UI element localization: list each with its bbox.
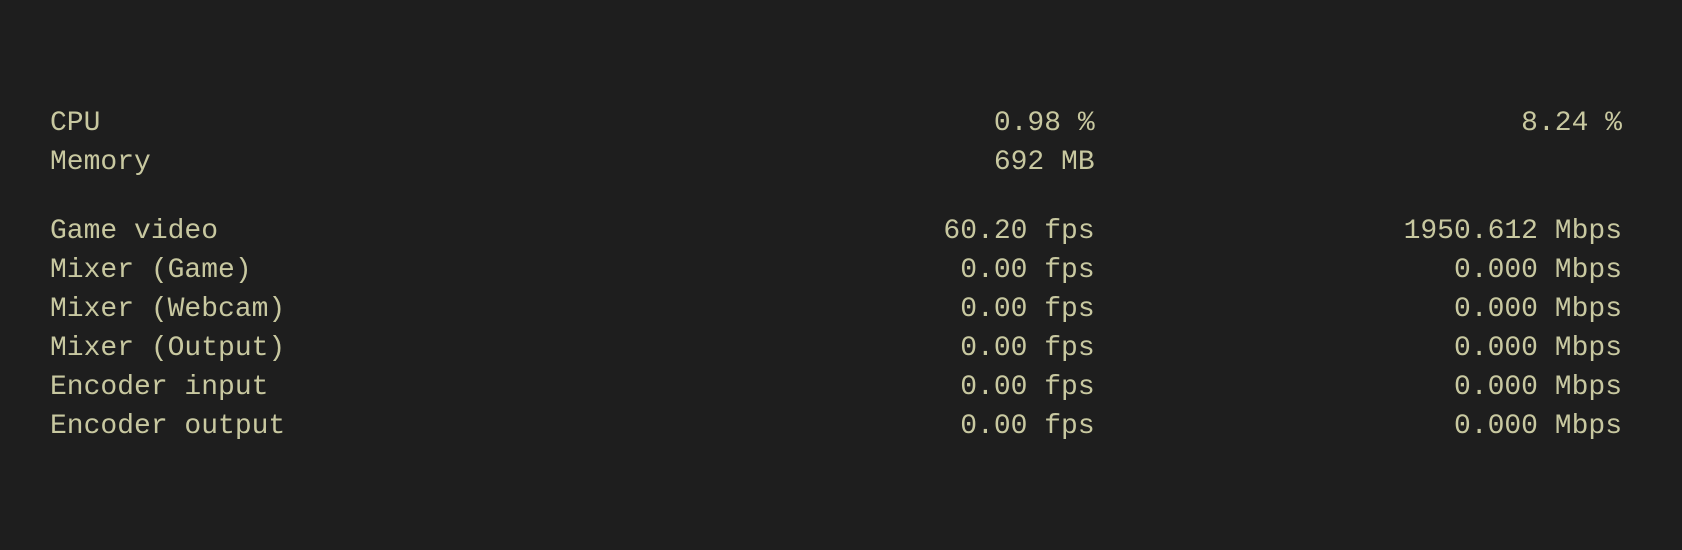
stats-row-mixer-output: Mixer (Output) 0.00 fps 0.000 Mbps <box>50 329 1632 368</box>
value1-encoder-input: 0.00 fps <box>639 368 1104 407</box>
label-mixer-output: Mixer (Output) <box>50 329 639 368</box>
value2-encoder-input: 0.000 Mbps <box>1105 368 1632 407</box>
value2-encoder-output: 0.000 Mbps <box>1105 407 1632 446</box>
stats-row-cpu: CPU 0.98 % 8.24 % <box>50 104 1632 143</box>
stats-table: CPU 0.98 % 8.24 % Memory 692 MB Game vid… <box>50 104 1632 446</box>
label-game-video: Game video <box>50 212 639 251</box>
label-encoder-input: Encoder input <box>50 368 639 407</box>
value1-encoder-output: 0.00 fps <box>639 407 1104 446</box>
label-mixer-game: Mixer (Game) <box>50 251 639 290</box>
label-mixer-webcam: Mixer (Webcam) <box>50 290 639 329</box>
value1-mixer-output: 0.00 fps <box>639 329 1104 368</box>
label-cpu: CPU <box>50 104 639 143</box>
stats-row-mixer-game: Mixer (Game) 0.00 fps 0.000 Mbps <box>50 251 1632 290</box>
stats-panel: CPU 0.98 % 8.24 % Memory 692 MB Game vid… <box>50 104 1632 446</box>
stats-row-spacer <box>50 182 1632 212</box>
value1-game-video: 60.20 fps <box>639 212 1104 251</box>
value1-mixer-game: 0.00 fps <box>639 251 1104 290</box>
value2-game-video: 1950.612 Mbps <box>1105 212 1632 251</box>
stats-row-encoder-input: Encoder input 0.00 fps 0.000 Mbps <box>50 368 1632 407</box>
value1-mixer-webcam: 0.00 fps <box>639 290 1104 329</box>
value2-mixer-output: 0.000 Mbps <box>1105 329 1632 368</box>
stats-row-encoder-output: Encoder output 0.00 fps 0.000 Mbps <box>50 407 1632 446</box>
value2-memory <box>1105 143 1632 182</box>
value2-mixer-webcam: 0.000 Mbps <box>1105 290 1632 329</box>
stats-row-memory: Memory 692 MB <box>50 143 1632 182</box>
stats-row-game-video: Game video 60.20 fps 1950.612 Mbps <box>50 212 1632 251</box>
value1-memory: 692 MB <box>639 143 1104 182</box>
stats-row-mixer-webcam: Mixer (Webcam) 0.00 fps 0.000 Mbps <box>50 290 1632 329</box>
label-encoder-output: Encoder output <box>50 407 639 446</box>
value2-mixer-game: 0.000 Mbps <box>1105 251 1632 290</box>
value2-cpu: 8.24 % <box>1105 104 1632 143</box>
label-memory: Memory <box>50 143 639 182</box>
value1-cpu: 0.98 % <box>639 104 1104 143</box>
